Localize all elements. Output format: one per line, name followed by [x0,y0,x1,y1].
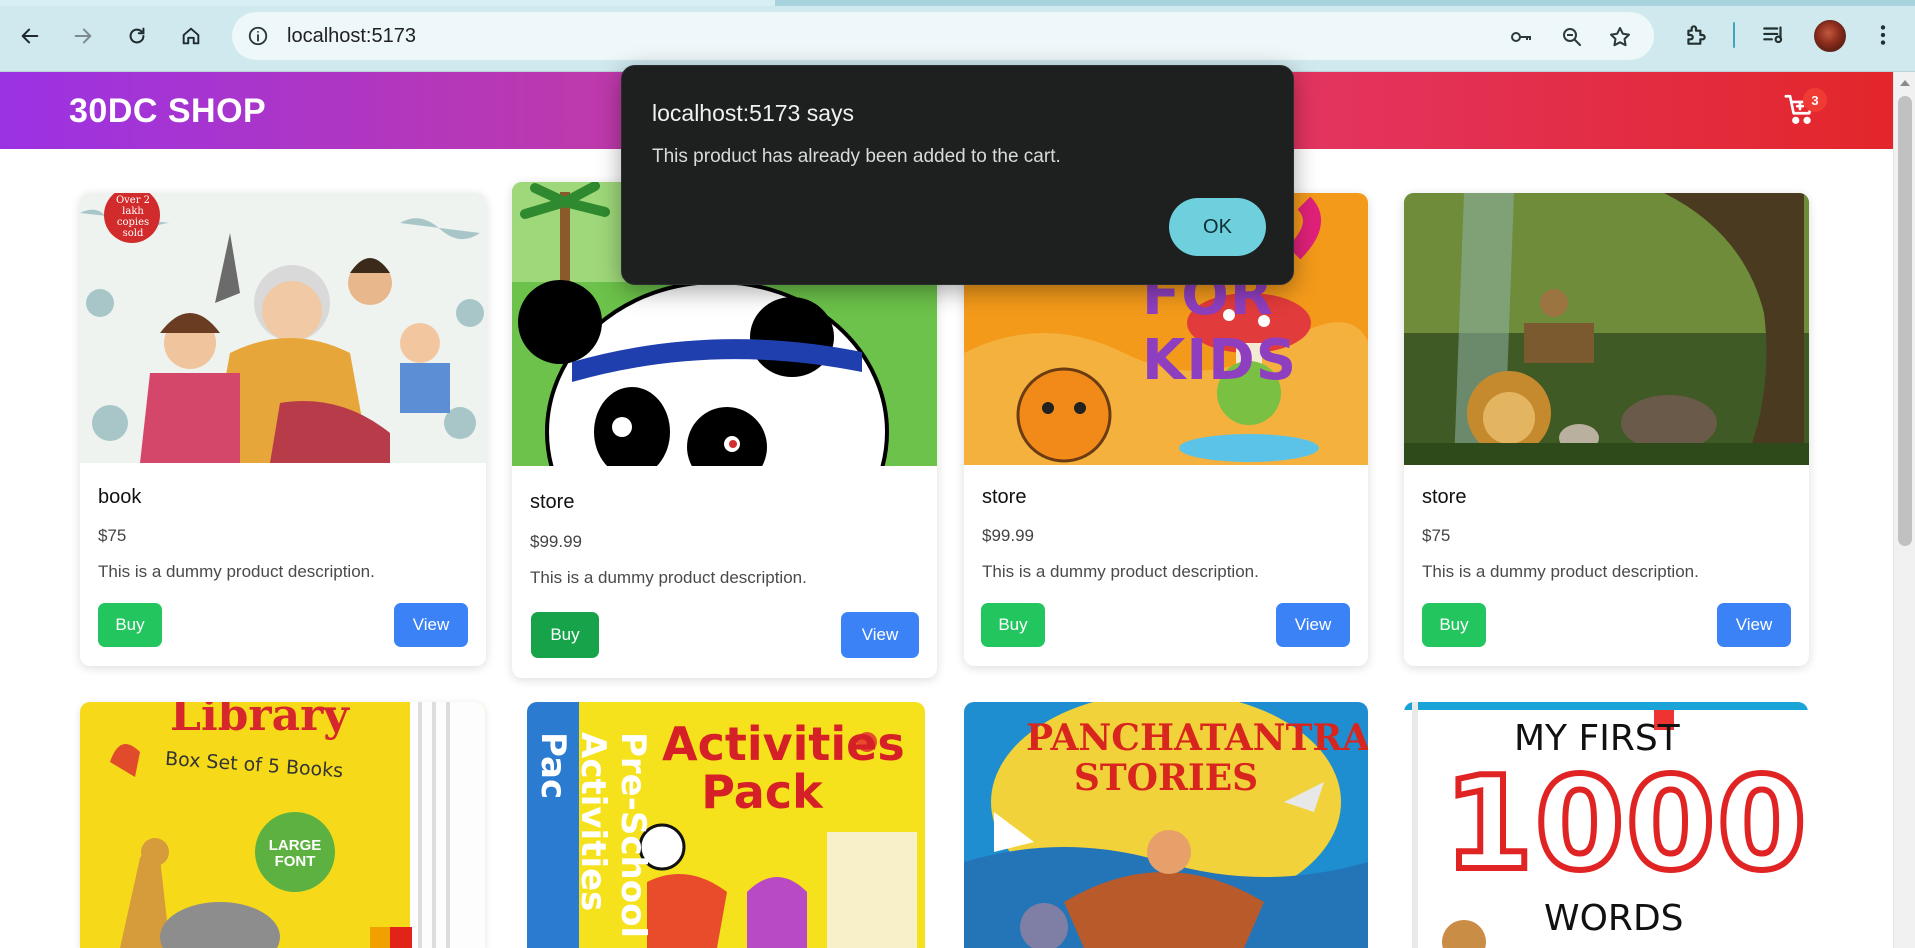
scrollbar-thumb[interactable] [1898,96,1912,546]
cover-title-text: Activities Pack [662,717,905,819]
password-key-icon[interactable] [1508,24,1534,50]
product-price: $75 [98,526,127,545]
product-description: This is a dummy product description. [1422,562,1699,581]
cover-badge-text: LARGE FONT [268,837,322,870]
alert-ok-button[interactable]: OK [1169,198,1266,256]
cover-title-text: PANCHATANTRA STORIES [1026,717,1368,799]
product-card: Library Box Set of 5 Books LARGE FONT [80,702,485,948]
product-card: MY FIRST 1000 WORDS [1404,702,1808,948]
alert-message: This product has already been added to t… [652,146,1061,167]
media-control-icon[interactable] [1757,18,1791,52]
product-card: PANCHATANTRA STORIES [964,702,1368,948]
cover-side-text: Pre-School Activities Pac [533,732,653,939]
address-bar[interactable]: localhost:5173 [232,12,1654,60]
zoom-icon[interactable] [1559,24,1585,50]
forward-arrow-icon[interactable] [65,18,101,54]
cover-badge-text: Over 2 lakh copies sold [115,195,151,239]
active-tab-indicator [0,0,775,6]
product-name: store [982,486,1027,508]
buy-button[interactable]: Buy [1422,603,1486,647]
extensions-icon[interactable] [1679,18,1713,52]
product-card: store $75 This is a dummy product descri… [1404,193,1809,666]
tab-strip [0,0,1915,6]
product-description: This is a dummy product description. [530,568,807,587]
more-menu-icon[interactable] [1866,18,1900,52]
buy-button[interactable]: Buy [98,603,162,647]
page-scrollbar[interactable] [1893,72,1915,948]
product-price: $99.99 [982,526,1034,545]
back-arrow-icon[interactable] [12,18,48,54]
buy-button[interactable]: Buy [531,612,599,658]
product-name: store [1422,486,1467,508]
toolbar-divider [1733,22,1735,48]
product-card: Pre-School Activities Pac Activities Pac… [527,702,925,948]
home-icon[interactable] [173,18,209,54]
buy-button[interactable]: Buy [981,603,1045,647]
product-image[interactable] [1404,193,1809,465]
view-button[interactable]: View [394,603,468,647]
browser-toolbar: localhost:5173 [0,0,1915,72]
alert-title: localhost:5173 says [652,100,855,126]
bookmark-star-icon[interactable] [1607,24,1633,50]
url-text[interactable]: localhost:5173 [287,25,416,48]
product-price: $99.99 [530,532,582,551]
product-card: Over 2 lakh copies sold book $75 This is… [80,193,486,666]
view-button[interactable]: View [1717,603,1791,647]
profile-avatar[interactable] [1814,20,1846,52]
product-name: book [98,486,142,508]
cart-count-badge: 3 [1803,88,1827,112]
product-price: $75 [1422,526,1451,545]
cover-bottom-text: WORDS [1544,898,1684,939]
cover-big-number: 1000 [1441,750,1808,899]
brand-logo[interactable]: 30DC SHOP [69,92,266,131]
product-image[interactable]: Over 2 lakh copies sold [80,193,486,463]
product-description: This is a dummy product description. [982,562,1259,581]
alert-dialog: localhost:5173 says This product has alr… [621,65,1294,285]
scroll-up-arrow-icon[interactable] [1900,80,1910,86]
view-button[interactable]: View [841,612,919,658]
site-info-icon[interactable] [246,24,270,48]
product-name: store [530,491,575,513]
view-button[interactable]: View [1276,603,1350,647]
reload-icon[interactable] [119,18,155,54]
product-description: This is a dummy product description. [98,562,375,581]
cover-title-text: Library [170,702,349,741]
